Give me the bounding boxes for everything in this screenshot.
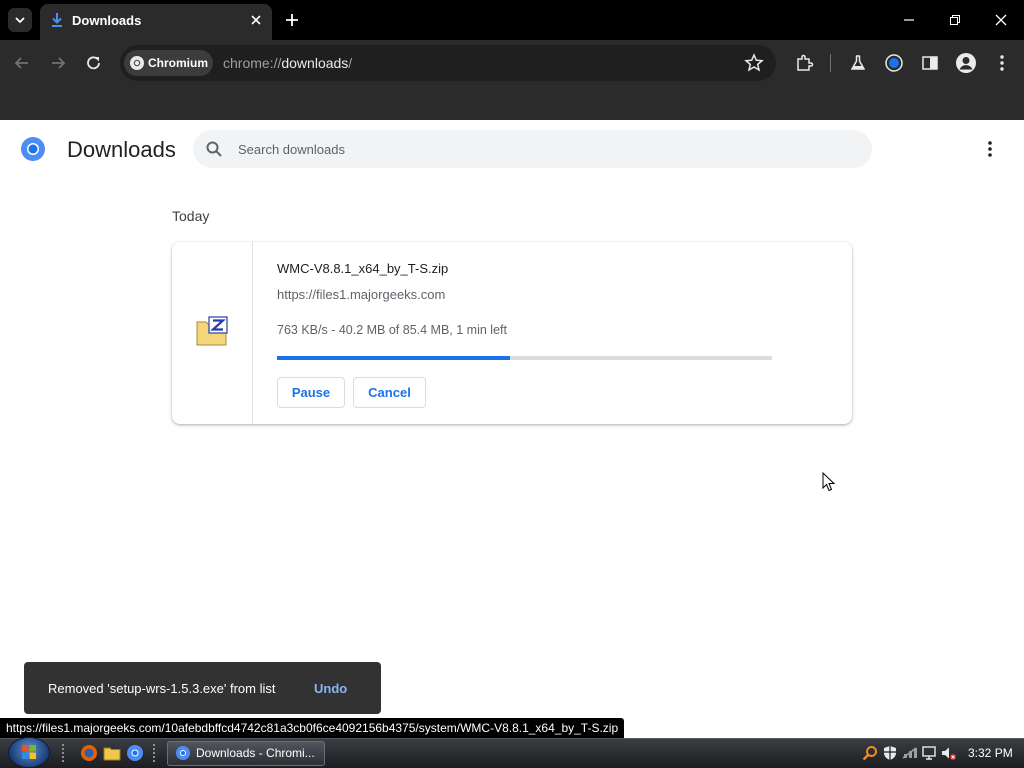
page-title: Downloads: [67, 137, 176, 162]
chromium-task-icon: [176, 746, 190, 760]
security-shield-icon[interactable]: [882, 745, 898, 761]
minimize-icon: [904, 19, 914, 21]
extensions-icon[interactable]: [794, 53, 814, 73]
computer-network-icon[interactable]: [921, 745, 937, 761]
restore-button[interactable]: [943, 8, 967, 32]
date-section-label: Today: [172, 208, 210, 224]
more-actions-icon[interactable]: [980, 139, 1000, 159]
undo-button[interactable]: Undo: [314, 681, 347, 696]
tab-search-button[interactable]: [8, 8, 32, 32]
site-chip-label: Chromium: [148, 56, 208, 70]
toolbar-spacer: [0, 86, 1024, 120]
forward-icon[interactable]: [46, 52, 70, 74]
reload-icon[interactable]: [82, 52, 106, 74]
link-status-bubble: https://files1.majorgeeks.com/10afebdbff…: [0, 718, 625, 738]
start-button[interactable]: [8, 737, 50, 768]
toolbar-divider: [830, 54, 831, 72]
firefox-icon[interactable]: [80, 744, 98, 762]
profile-avatar-icon[interactable]: [955, 52, 977, 74]
close-window-button[interactable]: [989, 8, 1013, 32]
labs-flask-icon[interactable]: [848, 53, 868, 73]
back-icon[interactable]: [10, 52, 34, 74]
tab-close-button[interactable]: [248, 10, 264, 30]
performance-icon[interactable]: [884, 53, 904, 73]
volume-muted-icon[interactable]: [940, 745, 956, 761]
windows-logo-icon: [22, 745, 36, 759]
download-item-card: [172, 242, 852, 424]
network-disconnected-icon[interactable]: [902, 745, 918, 761]
download-status-text: 763 KB/s - 40.2 MB of 85.4 MB, 1 min lef…: [277, 323, 507, 337]
url-text[interactable]: chrome://downloads/: [223, 55, 352, 71]
search-icon: [206, 141, 222, 157]
minimize-button[interactable]: [897, 8, 921, 32]
downloads-logo-icon: [21, 137, 45, 161]
download-progress-bar: [277, 356, 772, 360]
restore-icon: [950, 15, 960, 25]
search-tray-icon[interactable]: [862, 745, 878, 761]
close-icon: [251, 15, 261, 25]
toast-message: Removed 'setup-wrs-1.5.3.exe' from list: [48, 681, 276, 696]
pause-button[interactable]: Pause: [277, 377, 345, 408]
chrome-quicklaunch-icon[interactable]: [126, 744, 144, 762]
browser-menu-icon[interactable]: [992, 53, 1012, 73]
download-file-name[interactable]: WMC-V8.8.1_x64_by_T-S.zip: [277, 261, 448, 276]
chromium-icon: [130, 56, 144, 70]
cancel-button[interactable]: Cancel: [353, 377, 426, 408]
bookmark-star-icon[interactable]: [744, 53, 764, 73]
tab-title: Downloads: [72, 13, 142, 28]
chevron-down-icon: [15, 17, 25, 24]
zip-file-icon: [196, 316, 228, 346]
download-progress-fill: [277, 356, 510, 360]
mouse-cursor-icon: [822, 472, 836, 492]
search-input[interactable]: [238, 139, 858, 159]
side-panel-icon[interactable]: [920, 53, 940, 73]
close-icon: [995, 14, 1007, 26]
taskbar-window-label: Downloads - Chromi...: [196, 746, 315, 760]
system-clock[interactable]: 3:32 PM: [968, 746, 1013, 760]
address-bar[interactable]: [120, 45, 776, 81]
file-explorer-icon[interactable]: [103, 744, 121, 762]
taskbar-grip: [62, 744, 68, 762]
download-source-url[interactable]: https://files1.majorgeeks.com: [277, 287, 445, 302]
card-divider: [252, 242, 253, 424]
new-tab-button[interactable]: [282, 8, 302, 32]
plus-icon: [286, 14, 298, 26]
download-icon: [52, 13, 62, 27]
taskbar-grip: [153, 744, 159, 762]
